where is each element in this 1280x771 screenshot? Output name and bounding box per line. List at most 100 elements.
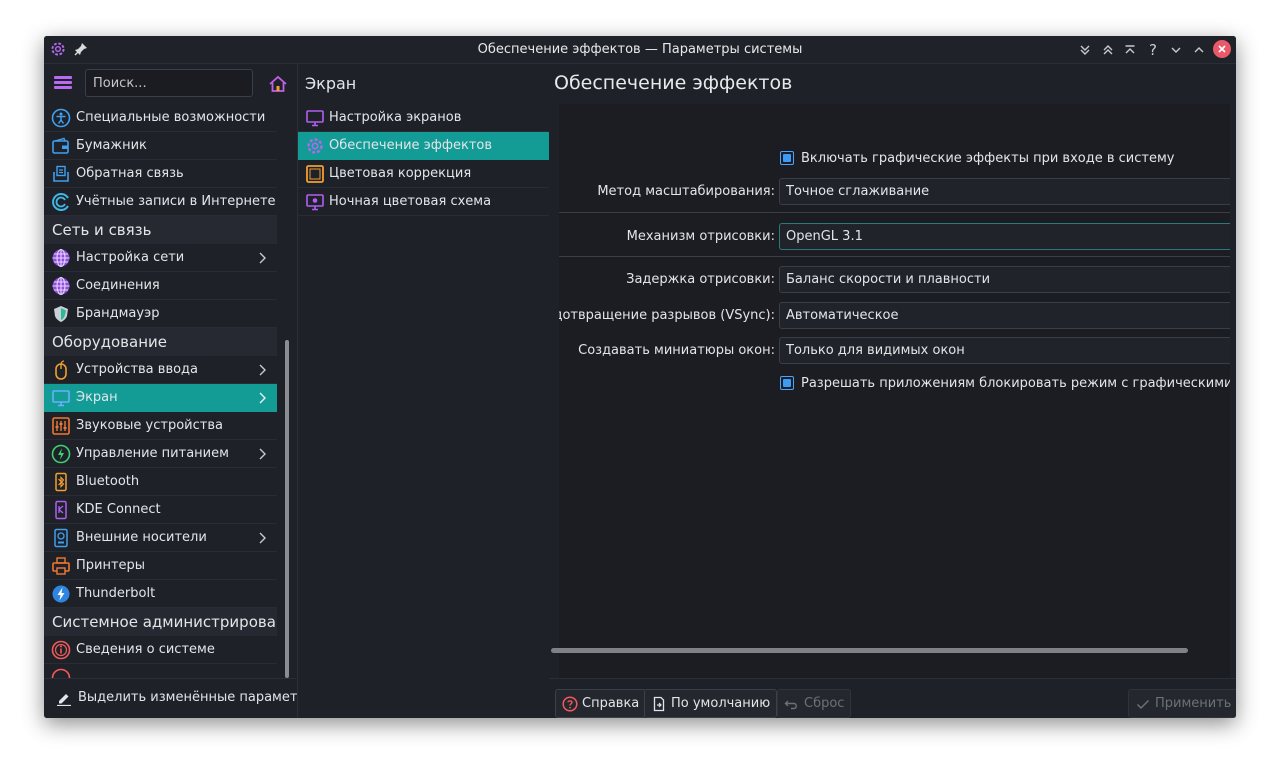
tearing-label: Предотвращение разрывов (VSync): <box>559 308 775 323</box>
printer-icon <box>52 557 70 575</box>
backend-select[interactable]: OpenGL 3.1 <box>779 223 1230 250</box>
latency-label: Задержка отрисовки: <box>626 272 775 287</box>
online-accounts-icon <box>52 193 69 211</box>
help-button[interactable]: ? <box>1144 41 1162 59</box>
undo-icon <box>784 700 797 709</box>
sidebar-item-bluetooth[interactable]: Bluetooth <box>44 468 277 496</box>
help-icon <box>562 695 578 712</box>
sidebar: Специальные возможности Бумажник Обратна… <box>44 64 316 718</box>
defaults-button[interactable]: По умолчанию <box>644 689 778 718</box>
sidebar-item-accessibility[interactable]: Специальные возможности <box>44 104 277 132</box>
sidebar-item-input-devices[interactable]: Устройства ввода <box>44 356 277 384</box>
sidebar-item-network-settings[interactable]: Настройка сети <box>44 244 277 272</box>
sidebar-item-system-info[interactable]: Сведения о системе <box>44 636 277 664</box>
sidebar-item-online-accounts[interactable]: Учётные записи в Интернете <box>44 188 277 216</box>
sidebar-scrollbar[interactable] <box>285 340 289 678</box>
document-revert-icon <box>653 696 665 711</box>
gear-icon <box>307 138 323 154</box>
subcategory-item-label: Ночная цветовая схема <box>329 194 492 209</box>
minimize-icon <box>1171 47 1181 53</box>
hamburger-menu-icon[interactable] <box>54 76 72 90</box>
help-icon: ? <box>1149 41 1157 59</box>
reset-label: Сброс <box>804 696 845 711</box>
shade-button[interactable] <box>1121 41 1139 59</box>
button-bar: Справка По умолчанию Сброс Применить <box>549 678 1236 718</box>
keep-above-button[interactable] <box>1099 41 1117 59</box>
close-button[interactable] <box>1213 40 1231 58</box>
subcategory-list: Настройка экранов Обеспечение эффектов Ц… <box>298 104 549 216</box>
sidebar-item-removable-media[interactable]: Внешние носители <box>44 524 277 552</box>
sidebar-item-kde-connect[interactable]: KDE Connect <box>44 496 277 524</box>
keep-below-button[interactable] <box>1076 41 1094 59</box>
sidebar-category-label: Системное администрировани <box>52 613 277 631</box>
info-icon <box>51 640 71 660</box>
shield-icon <box>54 306 68 322</box>
chevron-right-icon <box>259 532 266 544</box>
highlight-changed-label: Выделить изменённые параметры <box>78 690 316 705</box>
checkmark-icon <box>1136 699 1150 709</box>
thumbnails-select[interactable]: Только для видимых окон <box>779 337 1230 364</box>
sidebar-item-connections[interactable]: Соединения <box>44 272 277 300</box>
allow-block-label: Разрешать приложениям блокировать режим … <box>801 376 1230 391</box>
apply-label: Применить <box>1155 696 1232 711</box>
sidebar-item-audio[interactable]: Звуковые устройства <box>44 412 277 440</box>
sidebar-item-partial[interactable] <box>44 664 277 678</box>
sidebar-list: Специальные возможности Бумажник Обратна… <box>44 104 277 678</box>
sidebar-category-label: Сеть и связь <box>52 221 152 239</box>
checkbox-checked[interactable] <box>780 151 794 165</box>
enable-effects-label: Включать графические эффекты при входе в… <box>801 151 1175 166</box>
search-input[interactable] <box>86 70 252 96</box>
sidebar-item-thunderbolt[interactable]: Thunderbolt <box>44 580 277 608</box>
partial-item-icon <box>51 668 71 678</box>
sidebar-item-display[interactable]: Экран <box>44 384 277 412</box>
sidebar-item-label: Бумажник <box>76 138 147 153</box>
wallet-icon <box>52 137 69 154</box>
monitor-icon <box>52 390 70 407</box>
sidebar-item-feedback[interactable]: Обратная связь <box>44 160 277 188</box>
sidebar-item-label: Специальные возможности <box>76 110 266 125</box>
title-bar[interactable]: Обеспечение эффектов — Параметры системы… <box>44 36 1236 64</box>
keep-above-icon <box>1103 45 1113 55</box>
sidebar-item-label: Брандмауэр <box>76 306 160 321</box>
sidebar-category-system-admin: Системное администрировани <box>44 608 277 636</box>
minimize-button[interactable] <box>1167 41 1185 59</box>
subcategory-item-compositor[interactable]: Обеспечение эффектов <box>298 132 549 160</box>
scale-method-label: Метод масштабирования: <box>597 184 775 199</box>
sidebar-item-power[interactable]: Управление питанием <box>44 440 277 468</box>
sidebar-item-label: Соединения <box>76 278 160 293</box>
subcategory-item-label: Цветовая коррекция <box>329 166 472 181</box>
sidebar-item-wallet[interactable]: Бумажник <box>44 132 277 160</box>
compositor-settings-form: Включать графические эффекты при входе в… <box>559 104 1230 678</box>
subcategory-item-color-correction[interactable]: Цветовая коррекция <box>298 160 549 188</box>
sidebar-item-label: Учётные записи в Интернете <box>76 194 276 209</box>
scale-method-select[interactable]: Точное сглаживание <box>779 178 1230 205</box>
latency-select[interactable]: Баланс скорости и плавности <box>779 266 1230 293</box>
separator <box>559 256 1230 257</box>
sidebar-category-label: Оборудование <box>52 333 167 351</box>
apply-button[interactable]: Применить <box>1128 689 1236 718</box>
backend-label: Механизм отрисовки: <box>626 229 775 244</box>
help-button[interactable]: Справка <box>555 689 647 718</box>
removable-media-icon <box>54 528 68 548</box>
horizontal-scrollbar[interactable] <box>551 648 1188 653</box>
reset-button[interactable]: Сброс <box>777 689 852 718</box>
thumbnails-value: Только для видимых окон <box>786 343 965 358</box>
maximize-button[interactable] <box>1190 41 1208 59</box>
search-field[interactable] <box>85 69 253 97</box>
sidebar-item-label: KDE Connect <box>76 502 161 517</box>
thumbnails-label: Создавать миниатюры окон: <box>578 343 775 358</box>
sidebar-item-label: Внешние носители <box>76 530 207 545</box>
thunderbolt-icon <box>52 585 70 603</box>
home-icon[interactable] <box>268 74 288 94</box>
subcategory-item-display-config[interactable]: Настройка экранов <box>298 104 549 132</box>
highlight-changed-settings-button[interactable]: Выделить изменённые параметры <box>44 678 316 718</box>
checkbox-checked[interactable] <box>780 376 794 390</box>
sidebar-item-firewall[interactable]: Брандмауэр <box>44 300 277 328</box>
sidebar-item-printers[interactable]: Принтеры <box>44 552 277 580</box>
tearing-select[interactable]: Автоматическое <box>779 302 1230 329</box>
sidebar-item-label: Экран <box>76 390 118 405</box>
subcategory-item-night-color[interactable]: Ночная цветовая схема <box>298 188 549 216</box>
defaults-label: По умолчанию <box>671 696 771 711</box>
subcategory-item-label: Настройка экранов <box>329 110 462 125</box>
close-icon <box>1218 45 1226 53</box>
